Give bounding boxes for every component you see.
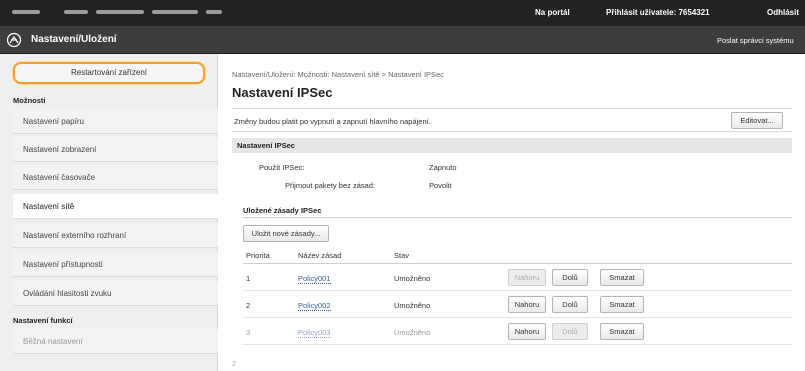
move-up-button[interactable]: Nahoru [508,323,546,340]
blurred-text [152,10,198,14]
info-row: Změny budou platit po vypnutí a zapnutí … [232,108,792,132]
table-row: 2 Policy002 Umožněno Nahoru Dolů Smazat [243,292,792,318]
policy-name-link[interactable]: Policy002 [298,301,331,311]
mail-to-admin-link[interactable]: Poslat správci systému [717,36,794,45]
sidebar-item-display-settings[interactable]: Nastavení zobrazení [13,137,218,162]
restart-notice: Změny budou platit po vypnutí a zapnutí … [234,117,431,126]
blurred-text [12,10,40,14]
move-down-button: Dolů [552,323,588,340]
sidebar-section-function-settings: Nastavení funkcí [13,316,73,325]
portal-link[interactable]: Na portál [535,8,570,17]
app-title: Nastavení/Uložení [31,34,117,45]
top-bar: Na portál Přihlásit uživatele: 7654321 O… [0,0,805,26]
sidebar-item-external-interface-settings[interactable]: Nastavení externího rozhraní [13,223,218,248]
edit-button[interactable]: Editovat... [731,112,783,129]
sidebar-item-timer-settings[interactable]: Nastavení časovače [13,165,218,190]
delete-button[interactable]: Smazat [600,296,644,313]
policy-state: Umožněno [394,328,431,337]
column-header-policy-name: Název zásad [298,251,342,260]
column-header-priority: Priorita [246,251,270,260]
accept-packets-label: Přijmout pakety bez zásad: [285,181,376,190]
blurred-text [96,10,144,14]
table-row: 1 Policy001 Umožněno Nahoru Dolů Smazat [243,265,792,291]
accept-packets-value: Povolit [429,181,452,190]
ipsec-section-header: Nastavení IPSec [232,138,792,153]
move-down-button[interactable]: Dolů [552,269,588,286]
use-ipsec-label: Použít IPSec: [259,163,305,172]
move-up-button[interactable]: Nahoru [508,296,546,313]
sidebar-item-accessibility-settings[interactable]: Nastavení přístupnosti [13,252,218,277]
saved-policies-title: Uložené zásady IPSec [243,206,322,215]
sidebar-item-common-settings[interactable]: Běžná nastavení [13,329,218,354]
save-new-policy-button[interactable]: Uložit nové zásady... [243,225,329,242]
delete-button[interactable]: Smazat [600,323,644,340]
sidebar-item-paper-settings[interactable]: Nastavení papíru [13,109,218,134]
divider [243,217,792,218]
blurred-text [206,10,222,14]
use-ipsec-value: Zapnuto [429,163,457,172]
divider [243,263,792,264]
move-up-button: Nahoru [508,269,546,286]
restart-device-button[interactable]: Restartování zařízení [13,62,205,84]
sidebar-item-network-settings[interactable]: Nastavení sítě [13,194,218,219]
sidebar-section-options: Možnosti [13,96,46,105]
main-content: Nastavení/Uložení: Možnosti: Nastavení s… [219,54,805,371]
breadcrumb: Nastavení/Uložení: Možnosti: Nastavení s… [232,70,444,79]
column-header-state: Stav [394,251,410,260]
policy-priority: 3 [246,328,251,337]
page-title: Nastavení IPSec [232,85,333,100]
section-title: Nastavení IPSec [237,141,295,150]
settings-registration-icon [6,32,22,48]
logged-in-user: Přihlásit uživatele: 7654321 [606,8,710,17]
logout-link[interactable]: Odhlásit [767,8,799,17]
policy-priority: 1 [246,274,251,283]
policy-state: Umožněno [394,274,431,283]
policy-state: Umožněno [394,301,431,310]
move-down-button[interactable]: Dolů [552,296,588,313]
policy-name-link[interactable]: Policy001 [298,274,331,284]
policy-name-link[interactable]: Policy003 [298,328,331,338]
blurred-text [64,10,88,14]
policy-priority: 2 [246,301,251,310]
title-bar: Nastavení/Uložení Poslat správci systému [0,26,805,54]
table-row: 3 Policy003 Umožněno Nahoru Dolů Smazat [243,319,792,345]
sidebar: Restartování zařízení Možnosti Nastavení… [0,54,218,371]
delete-button[interactable]: Smazat [600,269,644,286]
sidebar-item-volume-control[interactable]: Ovládání hlasitosti zvuku [13,281,218,306]
footer-number: 2 [232,361,236,368]
